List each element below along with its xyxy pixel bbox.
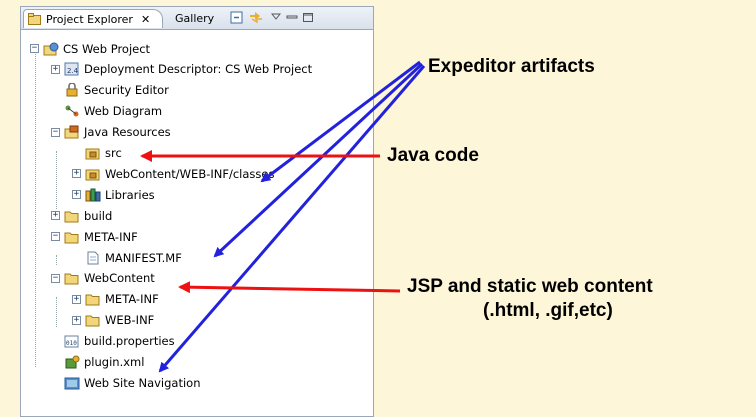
blue-arrow-plugin-xml — [158, 65, 426, 373]
red-arrow-webcontent — [178, 281, 401, 294]
annotation-arrows — [140, 60, 426, 373]
blue-arrow-manifest — [213, 62, 424, 258]
